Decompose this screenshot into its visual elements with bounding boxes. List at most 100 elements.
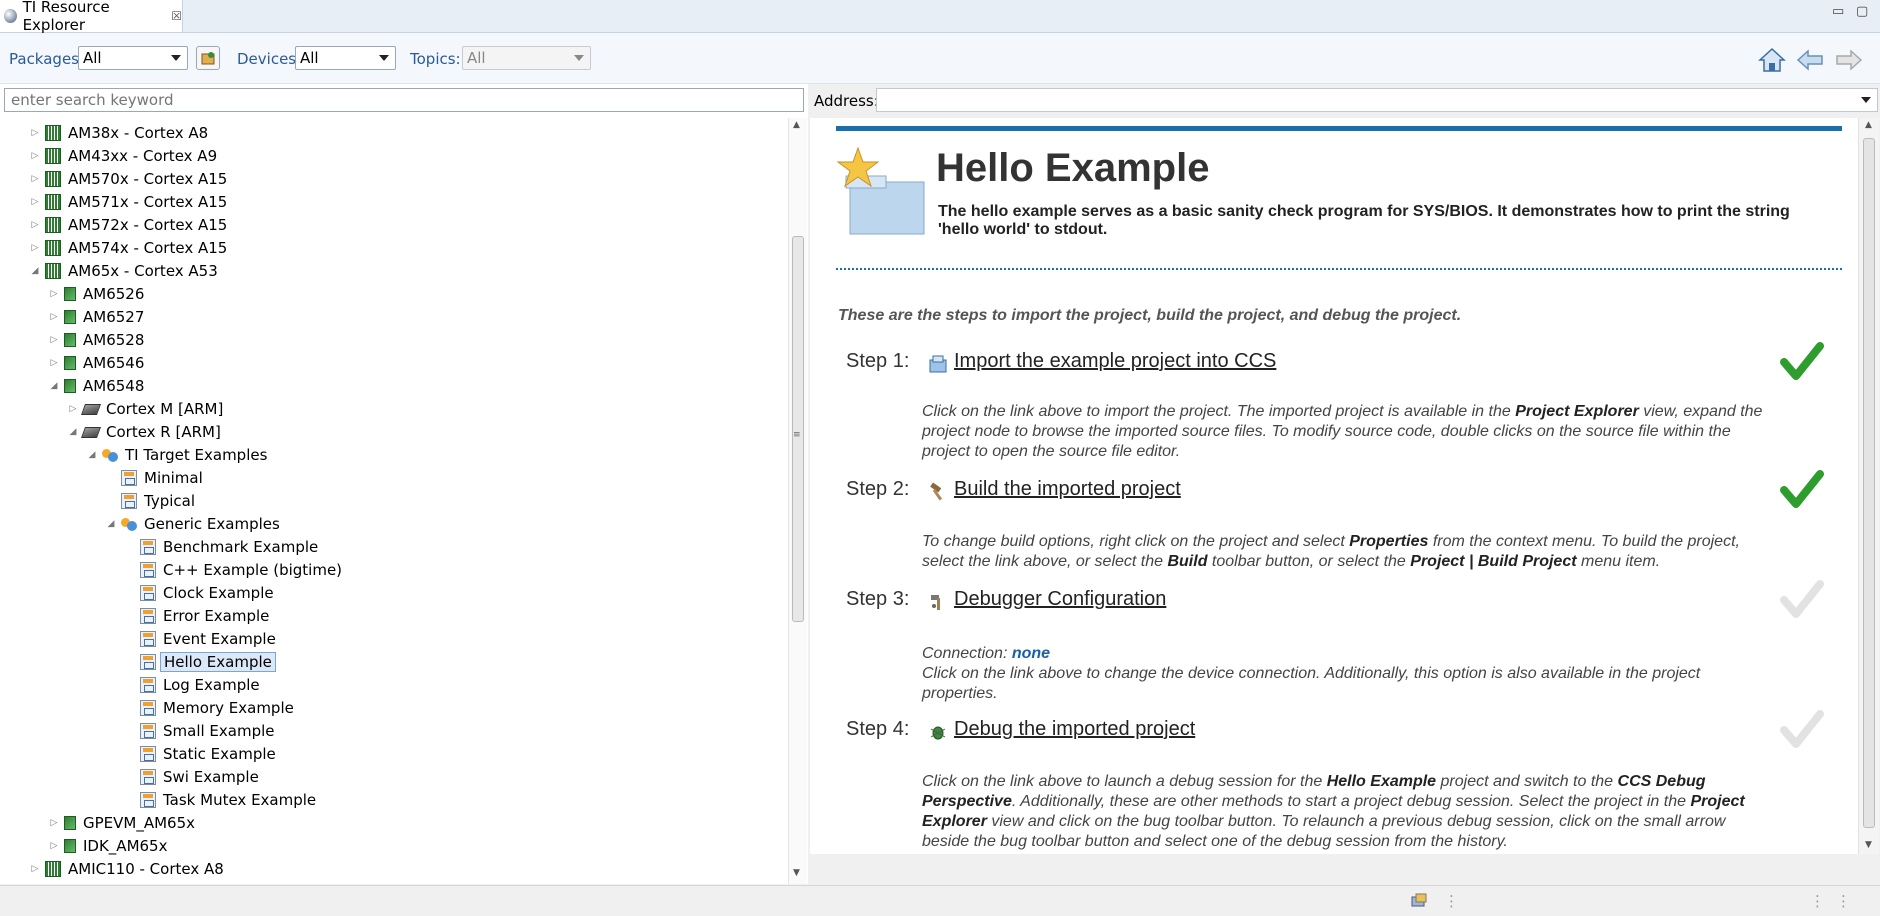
forward-arrow-icon: [1836, 49, 1863, 71]
tree-item[interactable]: Log Example: [125, 674, 263, 696]
expand-icon[interactable]: ▷: [30, 864, 40, 874]
page-description: The hello example serves as a basic sani…: [938, 203, 1790, 238]
tree-item[interactable]: ▷ AM574x - Cortex A15: [30, 237, 230, 259]
tree-item-label: GPEVM_AM65x: [83, 814, 196, 832]
scrollbar-thumb[interactable]: [792, 236, 804, 622]
collapse-icon[interactable]: ◢: [30, 266, 40, 276]
tree-item[interactable]: Event Example: [125, 628, 279, 650]
tree-item[interactable]: ▷ AM6546: [49, 352, 147, 374]
tree-item-label: Small Example: [163, 722, 275, 740]
address-field[interactable]: [876, 88, 1878, 112]
content-scrollbar[interactable]: ▲ ▼: [1858, 118, 1879, 854]
tree-item-label: AM571x - Cortex A15: [68, 193, 228, 211]
core-icon: [80, 426, 102, 438]
tree-item[interactable]: Small Example: [125, 720, 278, 742]
back-button[interactable]: [1795, 45, 1825, 75]
tree-item[interactable]: ▷ AM6528: [49, 329, 147, 351]
scroll-up-icon[interactable]: ▲: [793, 120, 800, 130]
package-manager-button[interactable]: [196, 46, 220, 70]
packages-select[interactable]: All: [78, 46, 188, 70]
collapse-icon[interactable]: ◢: [68, 427, 78, 437]
close-icon[interactable]: ☒: [171, 9, 182, 23]
tab-ti-resource-explorer[interactable]: TI Resource Explorer ☒: [0, 0, 183, 34]
scrollbar-thumb[interactable]: [1863, 138, 1875, 828]
tree-item[interactable]: C++ Example (bigtime): [125, 559, 345, 581]
scroll-up-icon[interactable]: ▲: [1865, 120, 1872, 130]
import-icon[interactable]: [928, 354, 948, 374]
step-link[interactable]: Debugger Configuration: [954, 588, 1166, 611]
chevron-down-icon[interactable]: [1861, 97, 1871, 103]
tree-item-label: IDK_AM65x: [83, 837, 168, 855]
tree-item[interactable]: ◢ TI Target Examples: [87, 444, 270, 466]
expand-icon[interactable]: ▷: [49, 818, 59, 828]
tree-item[interactable]: Static Example: [125, 743, 279, 765]
tree-scrollbar[interactable]: ▲ ≡ ▼: [788, 118, 807, 884]
devices-select[interactable]: All: [295, 46, 396, 70]
tree-item[interactable]: Minimal: [106, 467, 206, 489]
expand-icon[interactable]: ▷: [49, 312, 59, 322]
expand-icon[interactable]: ▷: [68, 404, 78, 414]
minimize-icon[interactable]: ▭: [1832, 4, 1844, 19]
status-icon[interactable]: [1410, 892, 1428, 912]
tree-item-label: Memory Example: [163, 699, 294, 717]
expand-icon[interactable]: ▷: [49, 335, 59, 345]
tree-item[interactable]: ▷ AM6526: [49, 283, 147, 305]
tree-item[interactable]: ◢ Generic Examples: [106, 513, 283, 535]
tree-item[interactable]: ▷ AMIC110 - Cortex A8: [30, 858, 227, 880]
hammer-icon[interactable]: [928, 482, 948, 502]
tree-item-label: AM572x - Cortex A15: [68, 216, 228, 234]
tree-item-label: Benchmark Example: [163, 538, 319, 556]
scroll-down-icon[interactable]: ▼: [793, 868, 800, 878]
tree-item[interactable]: Benchmark Example: [125, 536, 321, 558]
maximize-icon[interactable]: ▢: [1856, 4, 1868, 19]
tree-item[interactable]: ▷ AM43xx - Cortex A9: [30, 145, 220, 167]
tree-item-label: AMIC110 - Cortex A8: [68, 860, 224, 878]
home-button[interactable]: [1757, 45, 1787, 75]
tree-item[interactable]: ▷ AM571x - Cortex A15: [30, 191, 230, 213]
tree-item[interactable]: ▷ AM6527: [49, 306, 147, 328]
step-link[interactable]: Build the imported project: [954, 478, 1181, 501]
tree-item[interactable]: ◢ AM65x - Cortex A53: [30, 260, 221, 282]
tree-item[interactable]: Clock Example: [125, 582, 277, 604]
expand-icon[interactable]: ▷: [30, 151, 40, 161]
step-link[interactable]: Debug the imported project: [954, 718, 1195, 741]
tree-item-label: Event Example: [163, 630, 276, 648]
topics-label: Topics:: [410, 50, 461, 68]
tree-item[interactable]: ▷ GPEVM_AM65x: [49, 812, 198, 834]
tree-item[interactable]: ▷ AM572x - Cortex A15: [30, 214, 230, 236]
tree-item[interactable]: ▷ IDK_AM65x: [49, 835, 170, 857]
device-family-icon: [45, 263, 61, 279]
tree-item[interactable]: ▷ Cortex M [ARM]: [68, 398, 226, 420]
step-label: Step 3:: [846, 588, 910, 610]
tree-item[interactable]: ◢ AM6548: [49, 375, 147, 397]
content-pane: Address: Hello Example The hello example…: [810, 84, 1880, 884]
step-link[interactable]: Import the example project into CCS: [954, 350, 1276, 373]
scroll-down-icon[interactable]: ▼: [1865, 840, 1872, 850]
collapse-icon[interactable]: ◢: [87, 450, 97, 460]
bug-icon[interactable]: [928, 722, 948, 742]
expand-icon[interactable]: ▷: [49, 841, 59, 851]
tree-item[interactable]: Typical: [106, 490, 198, 512]
expand-icon[interactable]: ▷: [30, 243, 40, 253]
expand-icon[interactable]: ▷: [30, 174, 40, 184]
tree-item[interactable]: ◢ Cortex R [ARM]: [68, 421, 224, 443]
expand-icon[interactable]: ▷: [49, 289, 59, 299]
tree-item[interactable]: Hello Example: [125, 651, 276, 673]
tree-item[interactable]: Memory Example: [125, 697, 297, 719]
search-input[interactable]: [4, 88, 804, 112]
expand-icon[interactable]: ▷: [30, 220, 40, 230]
tree-item[interactable]: Swi Example: [125, 766, 262, 788]
collapse-icon[interactable]: ◢: [106, 519, 116, 529]
expand-icon[interactable]: ▷: [49, 358, 59, 368]
forward-button[interactable]: [1834, 45, 1864, 75]
tree-item[interactable]: Error Example: [125, 605, 272, 627]
expand-icon[interactable]: ▷: [30, 128, 40, 138]
collapse-icon[interactable]: ◢: [49, 381, 59, 391]
debugger-config-icon[interactable]: [928, 592, 948, 612]
tree-item[interactable]: Task Mutex Example: [125, 789, 319, 811]
tree-item[interactable]: ▷ AM570x - Cortex A15: [30, 168, 230, 190]
topics-select[interactable]: All: [462, 46, 591, 70]
expand-icon[interactable]: ▷: [30, 197, 40, 207]
tree-item[interactable]: ▷ AM38x - Cortex A8: [30, 122, 211, 144]
connection-value[interactable]: none: [1012, 645, 1050, 662]
